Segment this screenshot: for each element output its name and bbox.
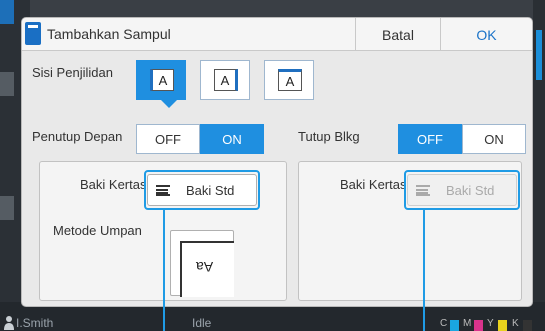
front-tray-callout-line: [163, 209, 165, 331]
tray-icon: [416, 185, 430, 196]
binding-top-option[interactable]: A: [264, 60, 314, 100]
user-icon: [4, 316, 14, 330]
toner-label-k: K: [512, 318, 519, 329]
feed-method-label: Metode Umpan: [53, 223, 142, 238]
cancel-button[interactable]: Batal: [355, 18, 440, 51]
back-tray-callout-line: [423, 209, 425, 331]
back-cover-on-toggle[interactable]: ON: [462, 124, 526, 154]
front-cover-on-toggle[interactable]: ON: [200, 124, 264, 154]
ok-button[interactable]: OK: [440, 18, 532, 51]
binding-side-label: Sisi Penjilidan: [32, 65, 113, 80]
dialog-titlebar: Tambahkan Sampul Batal OK: [22, 18, 532, 51]
toner-level-k: [523, 320, 532, 331]
tray-icon: [156, 185, 170, 196]
toner-label-m: M: [463, 318, 472, 329]
selection-pointer: [161, 100, 177, 108]
background-accent-strip: [0, 72, 14, 96]
feed-glyph: Aa: [196, 259, 214, 275]
feed-method-button[interactable]: Aa: [170, 230, 234, 297]
front-cover-label: Penutup Depan: [32, 129, 123, 144]
front-tray-label: Baki Kertas: [80, 177, 147, 192]
back-tray-button: Baki Std: [407, 174, 517, 206]
toner-level-m: [474, 320, 483, 331]
cover-icon: [25, 22, 41, 45]
front-tray-button[interactable]: Baki Std: [147, 174, 257, 206]
toner-level-c: [450, 320, 459, 331]
dialog-title: Tambahkan Sampul: [47, 26, 171, 42]
binding-left-option[interactable]: A: [136, 60, 186, 100]
toner-label-c: C: [440, 318, 448, 329]
back-tray-label: Baki Kertas: [340, 177, 407, 192]
background-accent-strip: [0, 196, 14, 220]
toner-level-y: [498, 320, 507, 331]
back-cover-off-toggle[interactable]: OFF: [398, 124, 462, 154]
binding-top-icon: A: [278, 69, 302, 91]
toner-label-y: Y: [487, 318, 494, 329]
binding-right-option[interactable]: A: [200, 60, 250, 100]
add-cover-dialog: Tambahkan Sampul Batal OK Sisi Penjilida…: [21, 17, 533, 307]
status-user: I.Smith: [16, 316, 54, 330]
background-right-panel: [533, 0, 545, 331]
front-tray-value: Baki Std: [186, 183, 235, 198]
status-state: Idle: [192, 316, 212, 330]
feed-paper-icon: Aa: [180, 241, 234, 297]
background-scroll-bar: [536, 30, 542, 80]
back-tray-value: Baki Std: [446, 183, 495, 198]
binding-right-icon: A: [214, 69, 238, 91]
binding-left-icon: A: [150, 69, 174, 91]
background-accent-strip: [0, 0, 14, 24]
front-cover-off-toggle[interactable]: OFF: [136, 124, 200, 154]
back-cover-label: Tutup Blkg: [298, 129, 360, 144]
